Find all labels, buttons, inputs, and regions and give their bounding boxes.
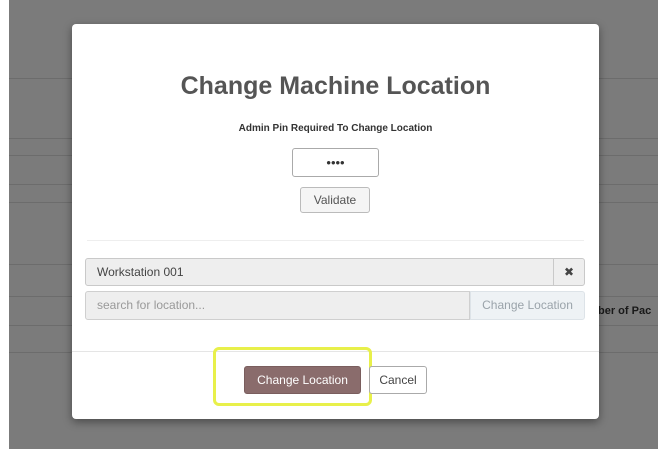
clear-icon[interactable]: ✖ [553,259,584,285]
modal-divider [87,240,584,241]
cancel-button[interactable]: Cancel [369,366,427,394]
admin-pin-input[interactable]: •••• [292,148,379,177]
search-change-location-button[interactable]: Change Location [470,291,585,320]
location-search-input[interactable]: search for location... [85,291,470,320]
change-location-modal: Change Machine Location Admin Pin Requir… [72,24,599,419]
validate-button[interactable]: Validate [300,187,370,213]
search-placeholder: search for location... [97,298,206,312]
current-location-value: Workstation 001 [97,265,184,279]
change-location-button[interactable]: Change Location [244,366,361,394]
modal-title: Change Machine Location [180,72,491,100]
current-location-field[interactable]: Workstation 001 ✖ [85,258,585,286]
background-edge [0,0,9,449]
pin-label: Admin Pin Required To Change Location [238,123,433,134]
